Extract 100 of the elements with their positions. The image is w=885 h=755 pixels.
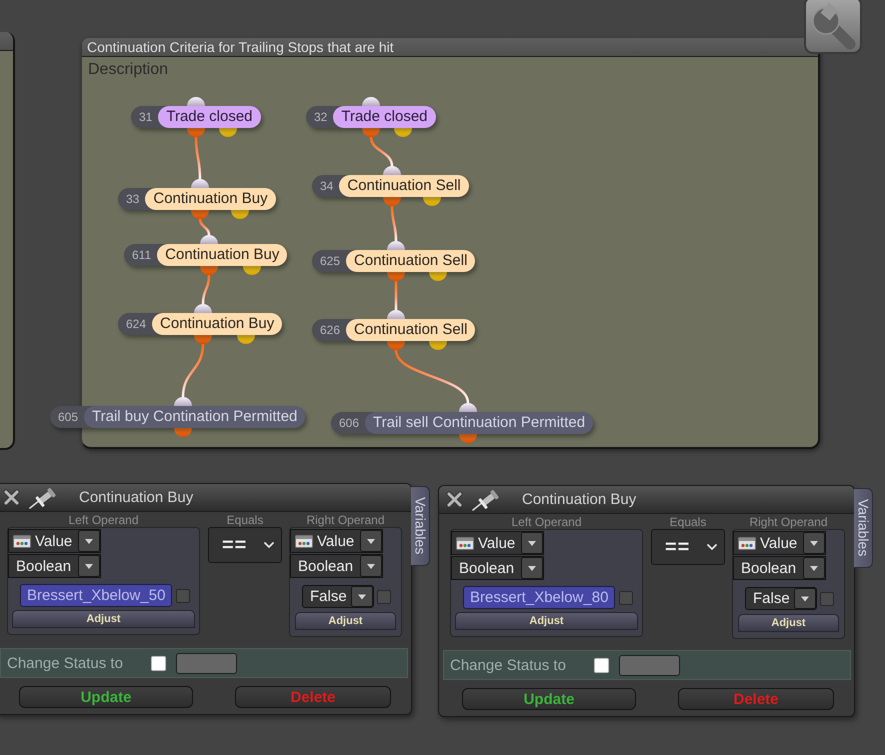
status-field[interactable] bbox=[176, 652, 237, 674]
caret-icon bbox=[78, 555, 100, 577]
node-label: Continuation Sell bbox=[346, 250, 476, 272]
checkbox[interactable] bbox=[377, 590, 391, 604]
constant-dropdown[interactable]: False bbox=[745, 587, 817, 610]
flow-node[interactable]: 33 Continuation Buy bbox=[118, 188, 276, 210]
flow-node[interactable]: 626 Continuation Sell bbox=[312, 319, 476, 341]
node-id: 606 bbox=[338, 416, 360, 430]
window-title: Continuation Buy bbox=[79, 489, 194, 506]
node-label: Trade closed bbox=[333, 106, 436, 128]
adjust-button[interactable]: Adjust bbox=[738, 614, 839, 632]
status-field[interactable] bbox=[618, 654, 680, 676]
node-label: Continuation Buy bbox=[145, 188, 276, 210]
connector-line bbox=[202, 274, 210, 304]
operand-heading: Right Operand bbox=[306, 513, 385, 527]
flow-node[interactable]: 31 Trade closed bbox=[131, 106, 261, 128]
flow-node[interactable]: 611 Continuation Buy bbox=[124, 244, 288, 266]
connector-line bbox=[194, 136, 202, 180]
operator-heading: Equals bbox=[670, 515, 706, 529]
window-title: Continuation Buy bbox=[522, 491, 636, 508]
operand-heading: Left Operand bbox=[511, 515, 582, 529]
checkbox[interactable] bbox=[176, 588, 190, 602]
node-label: Trail sell Continuation Permitted bbox=[365, 412, 594, 434]
node-id: 626 bbox=[319, 323, 342, 337]
checkbox[interactable] bbox=[150, 656, 166, 670]
status-label: Change Status to bbox=[7, 654, 123, 672]
source-dropdown[interactable]: Value bbox=[8, 529, 101, 553]
operator-dropdown[interactable]: == bbox=[208, 527, 282, 563]
caret-icon bbox=[794, 588, 816, 609]
checkbox[interactable] bbox=[594, 658, 609, 672]
status-label: Change Status to bbox=[450, 656, 566, 674]
flow-node[interactable]: 34 Continuation Sell bbox=[312, 175, 469, 197]
caret-icon bbox=[803, 557, 825, 579]
source-dropdown[interactable]: Value bbox=[733, 531, 826, 555]
adjust-button[interactable]: Adjust bbox=[295, 612, 396, 630]
checkbox[interactable] bbox=[820, 592, 834, 606]
pin-icon[interactable] bbox=[471, 488, 501, 512]
checkbox[interactable] bbox=[619, 590, 633, 604]
constant-dropdown[interactable]: False bbox=[302, 585, 374, 608]
node-label: Continuation Buy bbox=[157, 244, 288, 266]
caret-icon bbox=[351, 586, 373, 607]
node-label: Trade closed bbox=[158, 106, 261, 128]
caret-icon bbox=[360, 555, 382, 577]
pin-icon[interactable] bbox=[28, 486, 58, 510]
close-icon[interactable] bbox=[446, 491, 463, 508]
caret-icon bbox=[521, 532, 543, 554]
node-id: 605 bbox=[57, 410, 80, 424]
connector-line bbox=[182, 344, 204, 398]
caret-icon bbox=[78, 530, 100, 552]
connector-line bbox=[370, 136, 394, 166]
type-dropdown[interactable]: Boolean bbox=[290, 554, 383, 578]
operator-dropdown[interactable]: == bbox=[651, 529, 725, 565]
adjust-button[interactable]: Adjust bbox=[455, 612, 638, 630]
variables-tab[interactable]: Variables bbox=[411, 486, 430, 566]
variable-field[interactable]: Bressert_Xbelow_80 bbox=[463, 586, 615, 609]
adjust-button[interactable]: Adjust bbox=[12, 610, 195, 628]
variable-field[interactable]: Bressert_Xbelow_50 bbox=[20, 584, 172, 607]
chevron-down-icon bbox=[263, 541, 275, 549]
window-icon bbox=[738, 536, 756, 550]
type-dropdown[interactable]: Boolean bbox=[733, 556, 826, 580]
chevron-down-icon bbox=[706, 543, 718, 551]
caret-icon bbox=[360, 530, 382, 552]
node-id: 32 bbox=[313, 110, 328, 124]
panel-title: Continuation Criteria for Trailing Stops that are hit bbox=[87, 39, 394, 55]
variables-tab[interactable]: Variables bbox=[854, 488, 873, 568]
type-dropdown[interactable]: Boolean bbox=[451, 556, 544, 580]
flow-node[interactable]: 32 Trade closed bbox=[306, 106, 436, 128]
operator-heading: Equals bbox=[226, 513, 264, 527]
source-dropdown[interactable]: Value bbox=[451, 531, 544, 555]
node-label: Trail buy Contination Permitted bbox=[84, 406, 306, 428]
operand-heading: Right Operand bbox=[749, 515, 828, 529]
source-dropdown[interactable]: Value bbox=[290, 529, 383, 553]
window-icon bbox=[13, 534, 31, 548]
connector-line bbox=[394, 281, 398, 310]
node-id: 625 bbox=[319, 254, 342, 268]
type-dropdown[interactable]: Boolean bbox=[8, 554, 101, 578]
node-id: 611 bbox=[131, 248, 152, 262]
update-button[interactable]: Update bbox=[19, 686, 193, 708]
description-label: Description bbox=[88, 61, 168, 79]
node-label: Continuation Sell bbox=[339, 175, 469, 197]
node-label: Continuation Sell bbox=[346, 319, 476, 341]
close-icon[interactable] bbox=[3, 489, 20, 506]
node-id: 33 bbox=[125, 192, 140, 206]
update-button[interactable]: Update bbox=[462, 688, 636, 710]
node-label: Continuation Buy bbox=[152, 313, 282, 335]
caret-icon bbox=[803, 532, 825, 554]
caret-icon bbox=[521, 557, 543, 579]
flow-node[interactable]: 624 Continuation Buy bbox=[118, 313, 282, 335]
node-id: 34 bbox=[319, 179, 334, 193]
flow-node[interactable]: 625 Continuation Sell bbox=[312, 250, 476, 272]
operand-heading: Left Operand bbox=[68, 513, 139, 527]
flow-node[interactable]: 605 Trail buy Contination Permitted bbox=[50, 406, 306, 428]
window-icon bbox=[295, 534, 313, 548]
flow-node[interactable]: 606 Trail sell Continuation Permitted bbox=[331, 412, 594, 434]
node-id: 31 bbox=[138, 110, 154, 124]
wrench-icon[interactable] bbox=[804, 0, 862, 54]
window-icon bbox=[456, 536, 474, 550]
connector-line bbox=[390, 206, 398, 242]
connector-line bbox=[198, 218, 210, 236]
node-id: 624 bbox=[125, 317, 148, 331]
